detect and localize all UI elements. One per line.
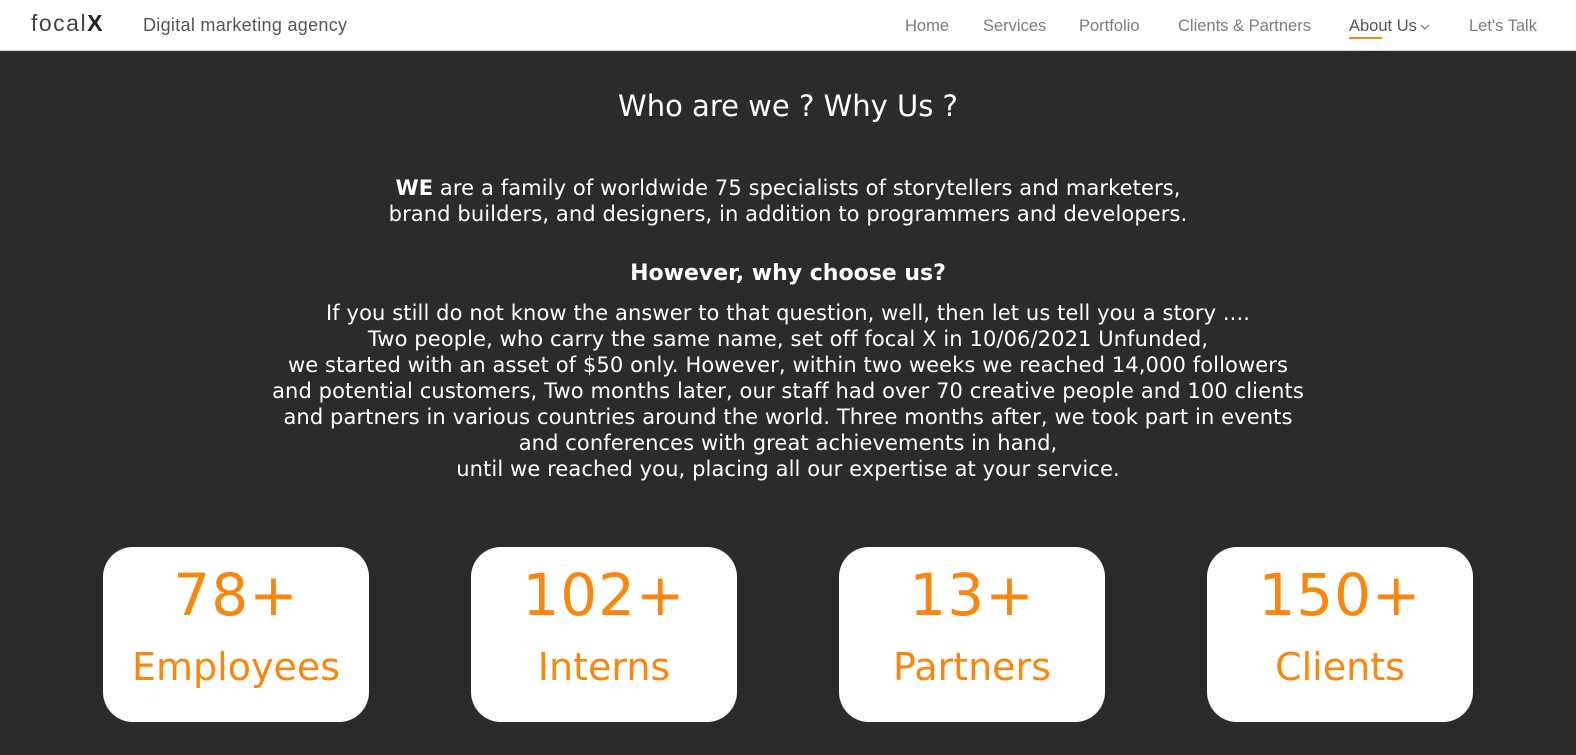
stat-label: Interns [537, 645, 671, 689]
stat-card-employees: 78+ Employees [103, 547, 369, 722]
stat-card-partners: 13+ Partners [839, 547, 1105, 722]
stat-label: Employees [132, 645, 340, 689]
story-line: Two people, who carry the same name, set… [367, 327, 1209, 351]
nav-item-about-us-label: About Us [1349, 17, 1417, 35]
stat-value: 13+ [909, 561, 1035, 629]
stat-value: 102+ [522, 561, 686, 629]
about-section: Who are we ? Why Us ? WE are a family of… [0, 51, 1576, 755]
active-nav-underline [1349, 37, 1382, 39]
stat-label: Partners [893, 645, 1051, 689]
story-line: If you still do not know the answer to t… [326, 301, 1250, 325]
section-heading: Who are we ? Why Us ? [618, 89, 958, 123]
stat-value: 78+ [173, 561, 299, 629]
story-line: and conferences with great achievements … [518, 431, 1058, 455]
story-line: until we reached you, placing all our ex… [456, 457, 1120, 481]
story-paragraph: If you still do not know the answer to t… [0, 300, 1576, 482]
chevron-down-icon [1420, 24, 1430, 30]
story-line: we started with an asset of $50 only. Ho… [287, 353, 1289, 377]
nav-item-clients-partners[interactable]: Clients & Partners [1178, 17, 1311, 36]
nav-item-lets-talk[interactable]: Let's Talk [1469, 17, 1537, 36]
nav-item-home[interactable]: Home [905, 17, 949, 36]
stat-value: 150+ [1258, 561, 1422, 629]
intro-line-1: WE are a family of worldwide 75 speciali… [0, 175, 1576, 201]
intro-paragraph: WE are a family of worldwide 75 speciali… [0, 175, 1576, 227]
stat-label: Clients [1275, 645, 1405, 689]
why-choose-us-heading: However, why choose us? [630, 261, 946, 286]
nav-item-services[interactable]: Services [983, 17, 1046, 36]
intro-we: WE [395, 176, 434, 200]
stat-card-interns: 102+ Interns [471, 547, 737, 722]
story-line: and partners in various countries around… [283, 405, 1293, 429]
top-navigation-bar: focalX Digital marketing agency Home Ser… [0, 0, 1576, 51]
stat-card-clients: 150+ Clients [1207, 547, 1473, 722]
intro-line-2: brand builders, and designers, in additi… [388, 202, 1188, 226]
nav-item-portfolio[interactable]: Portfolio [1079, 17, 1140, 36]
main-nav: Home Services Portfolio Clients & Partne… [0, 17, 1576, 41]
story-line: and potential customers, Two months late… [272, 379, 1304, 403]
nav-item-about-us[interactable]: About Us [1349, 17, 1430, 39]
intro-line-1-text: are a family of worldwide 75 specialists… [433, 176, 1181, 200]
